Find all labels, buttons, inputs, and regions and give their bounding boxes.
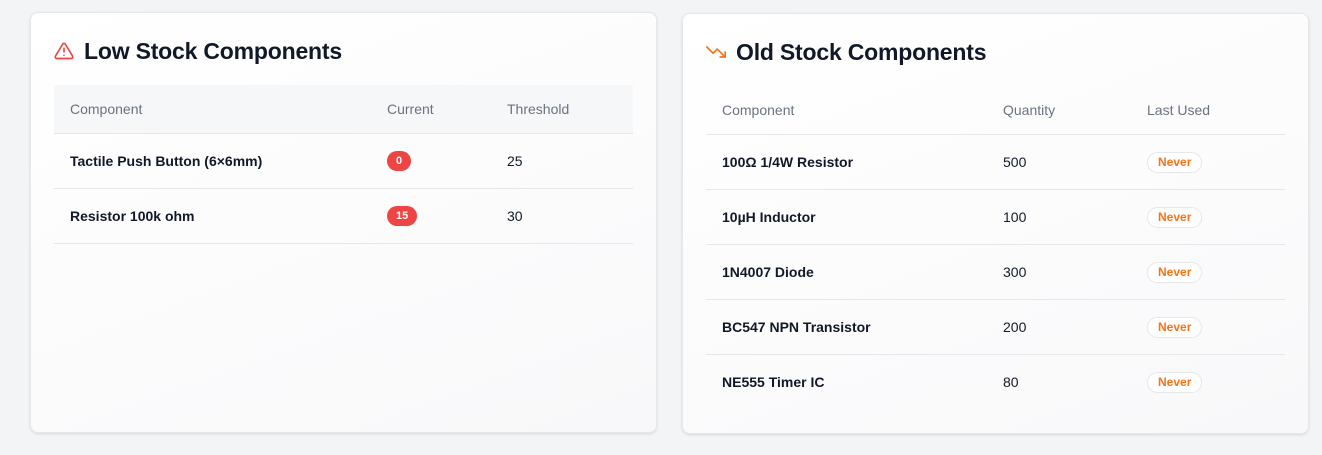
table-row[interactable]: NE555 Timer IC 80 Never [706, 355, 1285, 410]
old-stock-table: Component Quantity Last Used 100Ω 1/4W R… [706, 86, 1285, 409]
last-used-badge: Never [1147, 316, 1203, 338]
old-stock-header: Old Stock Components [706, 36, 986, 68]
old-stock-header-row: Component Quantity Last Used [706, 86, 1285, 135]
table-row[interactable]: 1N4007 Diode 300 Never [706, 244, 1285, 300]
component-name: 100Ω 1/4W Resistor [706, 134, 987, 190]
quantity-value: 80 [1003, 374, 1019, 390]
component-name: Resistor 100k ohm [54, 188, 371, 244]
table-row[interactable]: BC547 NPN Transistor 200 Never [706, 299, 1285, 355]
threshold-value: 30 [491, 188, 633, 244]
component-name: BC547 NPN Transistor [706, 299, 987, 355]
column-header-last-used: Last Used [1131, 86, 1285, 135]
table-row[interactable]: Resistor 100k ohm 15 30 [54, 188, 633, 244]
component-name: NE555 Timer IC [722, 374, 825, 390]
quantity-value: 200 [987, 299, 1131, 355]
quantity-value: 500 [987, 134, 1131, 190]
low-stock-card: Low Stock Components Component Current T… [30, 12, 657, 433]
quantity-value: 300 [987, 244, 1131, 300]
last-used-badge: Never [1147, 371, 1203, 393]
table-row[interactable]: 10µH Inductor 100 Never [706, 189, 1285, 245]
table-row[interactable]: Tactile Push Button (6×6mm) 0 25 [54, 133, 633, 189]
current-stock-badge: 15 [387, 206, 418, 226]
column-header-component: Component [706, 86, 987, 135]
trending-down-icon [706, 41, 728, 63]
low-stock-header-row: Component Current Threshold [54, 85, 633, 134]
column-header-quantity: Quantity [987, 86, 1131, 135]
low-stock-header: Low Stock Components [54, 35, 342, 67]
threshold-value: 25 [491, 133, 633, 189]
low-stock-table: Component Current Threshold Tactile Push… [54, 85, 633, 244]
quantity-value: 100 [987, 189, 1131, 245]
component-name: Tactile Push Button (6×6mm) [54, 133, 371, 189]
component-name: 1N4007 Diode [706, 244, 987, 300]
table-row[interactable]: 100Ω 1/4W Resistor 500 Never [706, 134, 1285, 190]
last-used-badge: Never [1147, 151, 1203, 173]
low-stock-title: Low Stock Components [84, 37, 342, 64]
old-stock-card: Old Stock Components Component Quantity … [682, 13, 1309, 434]
column-header-component: Component [54, 85, 371, 134]
last-used-badge: Never [1147, 261, 1203, 283]
old-stock-title: Old Stock Components [736, 38, 987, 65]
warning-triangle-icon [54, 40, 76, 62]
component-name: 10µH Inductor [706, 189, 987, 245]
column-header-threshold: Threshold [491, 85, 633, 134]
current-stock-badge: 0 [387, 151, 412, 171]
last-used-badge: Never [1147, 206, 1203, 228]
column-header-current: Current [371, 85, 491, 134]
